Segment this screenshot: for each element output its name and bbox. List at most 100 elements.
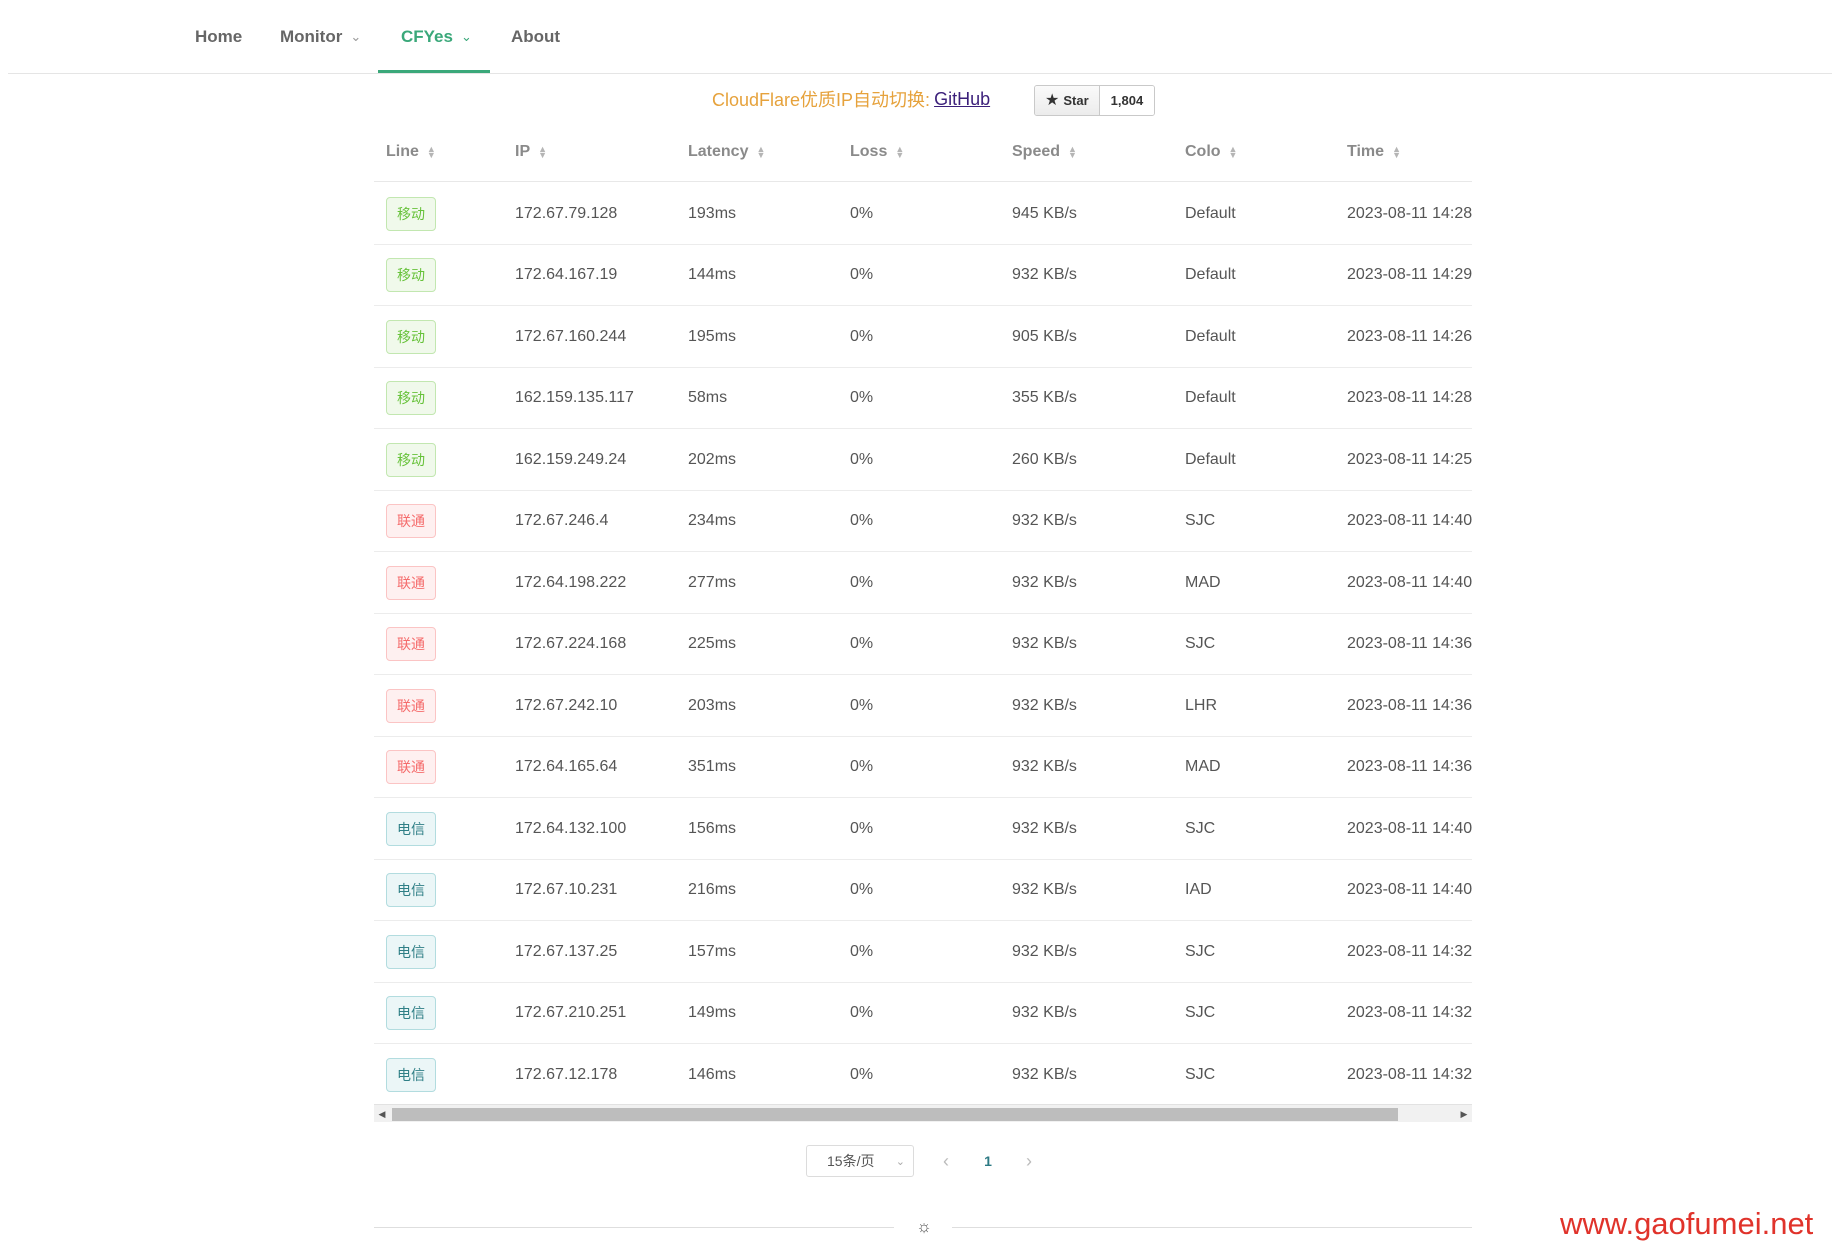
table-cell-latency: 225ms (688, 635, 737, 652)
scroll-left-icon[interactable]: ◀ (374, 1105, 390, 1123)
column-header-ip[interactable]: IP ▲ ▼ (515, 122, 547, 182)
table-cell-latency: 146ms (688, 1065, 737, 1083)
column-header-latency[interactable]: Latency ▲ ▼ (688, 122, 765, 182)
table-cell-colo: MAD (1185, 758, 1221, 775)
table-row: 移动 172.64.167.19 144ms 0% 932 KB/s Default 202… (374, 245, 1472, 306)
table-cell-colo: LHR (1185, 696, 1218, 714)
line-tag: 联通 (386, 627, 436, 661)
next-page-button[interactable]: › (1017, 1145, 1041, 1177)
table-cell-speed: 932 KB/s (1012, 573, 1077, 591)
github-link[interactable]: GitHub (934, 89, 990, 110)
column-header-line[interactable]: Line ▲ ▼ (386, 122, 436, 182)
table-cell-latency: 203ms (688, 696, 737, 714)
table-row: 联通 172.64.198.222 277ms 0% 932 KB/s MAD 2023-0… (374, 552, 1472, 614)
scroll-right-icon[interactable]: ▶ (1456, 1105, 1472, 1123)
table-cell-ip: 172.64.132.100 (515, 819, 627, 837)
table-cell-latency: 149ms (688, 1004, 737, 1021)
table-cell-ip: 172.64.198.222 (515, 573, 627, 591)
column-label: Colo (1185, 143, 1221, 160)
chevron-down-icon: ⌄ (895, 1155, 905, 1168)
column-header-time[interactable]: Time ▲ ▼ (1347, 122, 1401, 182)
column-header-speed[interactable]: Speed ▲ ▼ (1012, 122, 1077, 182)
sun-icon[interactable]: ☼ (914, 1216, 934, 1238)
table-cell-latency: 202ms (688, 450, 737, 468)
table-cell-time: 2023-08-11 14:28: (1347, 389, 1472, 406)
table-cell-latency: 216ms (688, 881, 737, 898)
table-cell-time: 2023-08-11 14:25: (1347, 450, 1472, 468)
ip-table: Line ▲ ▼ IP ▲ ▼ Latency ▲ ▼ Loss ▲ ▼ Speed ▲… (374, 122, 1472, 1124)
table-cell-loss: 0% (850, 881, 874, 898)
line-tag: 联通 (386, 504, 436, 538)
line-tag: 电信 (386, 1057, 436, 1092)
table-header: Line ▲ ▼ IP ▲ ▼ Latency ▲ ▼ Loss ▲ ▼ Speed ▲… (374, 122, 1472, 182)
sort-icon: ▲ ▼ (1068, 144, 1077, 160)
line-tag: 移动 (386, 442, 436, 477)
star-button[interactable]: ★ Star (1035, 86, 1100, 115)
table-cell-line: 移动 (386, 306, 436, 367)
table-cell-line: 联通 (386, 491, 436, 552)
star-label: Star (1063, 93, 1089, 108)
table-cell-latency: 234ms (688, 512, 737, 529)
table-row: 联通 172.67.224.168 225ms 0% 932 KB/s SJC 2023-0… (374, 614, 1472, 675)
column-label: Line (386, 143, 419, 160)
column-label: IP (515, 143, 531, 160)
line-tag: 移动 (386, 258, 436, 292)
table-cell-colo: SJC (1185, 635, 1216, 652)
nav-item-label: CFYes (401, 27, 453, 46)
table-cell-time: 2023-08-11 14:40: (1347, 573, 1472, 591)
page-size-select[interactable]: 15条/页 ⌄ (806, 1145, 914, 1177)
star-count[interactable]: 1,804 (1099, 86, 1155, 115)
table-cell-loss: 0% (850, 450, 874, 468)
table-cell-ip: 172.67.246.4 (515, 512, 609, 529)
horizontal-scrollbar[interactable]: ◀ ▶ (374, 1104, 1472, 1122)
column-header-colo[interactable]: Colo ▲ ▼ (1185, 122, 1237, 182)
nav-item-monitor[interactable]: Monitor ⌄ (280, 0, 361, 74)
page-number-current[interactable]: 1 (976, 1145, 1000, 1177)
table-cell-loss: 0% (850, 512, 874, 529)
chevron-down-icon: ⌄ (460, 29, 472, 44)
table-cell-latency: 195ms (688, 327, 737, 345)
table-cell-line: 联通 (386, 737, 436, 798)
table-cell-ip: 172.64.165.64 (515, 758, 618, 775)
table-cell-colo: Default (1185, 327, 1236, 345)
table-cell-time: 2023-08-11 14:36: (1347, 696, 1472, 714)
prev-page-button[interactable]: ‹ (934, 1145, 958, 1177)
nav-item-home[interactable]: Home (195, 0, 242, 74)
table-row: 电信 172.67.137.25 157ms 0% 932 KB/s SJC 2023-08… (374, 921, 1472, 983)
line-tag: 电信 (386, 996, 436, 1030)
table-cell-line: 联通 (386, 675, 436, 736)
table-cell-line: 电信 (386, 921, 436, 982)
chevron-down-icon: ⌄ (350, 29, 362, 44)
table-cell-colo: Default (1185, 450, 1236, 468)
line-tag: 联通 (386, 750, 436, 784)
table-cell-time: 2023-08-11 14:40: (1347, 881, 1472, 898)
sort-icon: ▲ ▼ (1392, 144, 1401, 160)
column-label: Loss (850, 143, 888, 160)
table-cell-speed: 932 KB/s (1012, 512, 1077, 529)
promo-text: CloudFlare优质IP自动切换: (712, 90, 931, 110)
github-star-widget: ★ Star 1,804 (1034, 85, 1156, 116)
nav-item-cfyes[interactable]: CFYes ⌄ (401, 0, 472, 74)
table-row: 移动 162.159.249.24 202ms 0% 260 KB/s Default 20… (374, 429, 1472, 491)
scrollbar-thumb[interactable] (392, 1108, 1398, 1121)
nav-item-about[interactable]: About (511, 0, 560, 74)
table-cell-ip: 172.67.12.178 (515, 1065, 618, 1083)
table-cell-speed: 932 KB/s (1012, 819, 1077, 837)
sort-icon: ▲ ▼ (426, 144, 436, 160)
watermark: www.gaofumei.net (1560, 1206, 1814, 1241)
nav-item-label: Monitor (280, 27, 343, 46)
table-cell-loss: 0% (850, 635, 874, 652)
table-cell-line: 电信 (386, 798, 436, 859)
table-row: 电信 172.67.10.231 216ms 0% 932 KB/s IAD 2023-08… (374, 860, 1472, 921)
table-cell-colo: SJC (1185, 1004, 1216, 1021)
table-cell-ip: 162.159.249.24 (515, 450, 627, 468)
table-cell-latency: 157ms (688, 942, 737, 960)
line-tag: 电信 (386, 811, 436, 846)
table-cell-ip: 162.159.135.117 (515, 389, 634, 406)
sort-icon: ▲ ▼ (1228, 144, 1238, 160)
table-cell-line: 电信 (386, 860, 436, 921)
table-cell-colo: SJC (1185, 819, 1216, 837)
table-cell-colo: Default (1185, 266, 1236, 283)
column-header-loss[interactable]: Loss ▲ ▼ (850, 122, 904, 182)
table-cell-loss: 0% (850, 266, 874, 283)
